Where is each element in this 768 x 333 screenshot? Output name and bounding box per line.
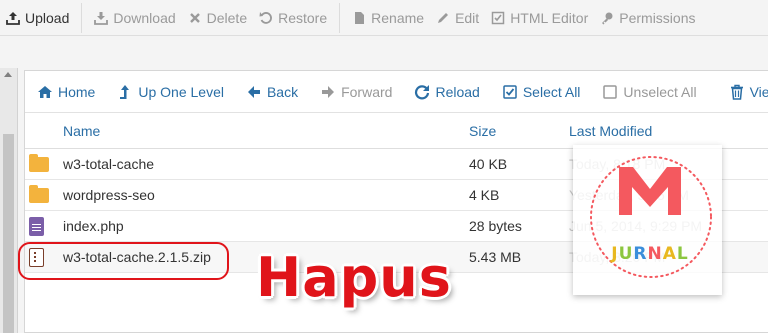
column-header-name[interactable]: Name [63, 123, 469, 139]
trash-icon [729, 84, 745, 100]
download-button[interactable]: Download [88, 0, 181, 36]
restore-icon [259, 11, 273, 25]
table-header: Name Size Last Modified [25, 113, 768, 149]
sidebar-scrollbar[interactable] [0, 68, 18, 333]
scrollbar-thumb[interactable] [3, 134, 14, 333]
jurnal-watermark-logo: JURNAL [573, 145, 722, 295]
download-icon [94, 11, 109, 25]
unselect-all-button[interactable]: Unselect All [598, 84, 700, 100]
view-trash-label: View [749, 83, 768, 100]
delete-icon [188, 11, 202, 25]
view-trash-button[interactable]: View [725, 84, 768, 100]
key-icon [600, 11, 614, 25]
file-size: 28 bytes [469, 218, 522, 234]
permissions-button[interactable]: Permissions [594, 0, 701, 36]
rename-button[interactable]: Rename [346, 0, 430, 36]
download-label: Download [113, 9, 176, 26]
reload-icon [414, 84, 430, 100]
forward-button[interactable]: Forward [316, 84, 396, 100]
unselect-all-label: Unselect All [623, 83, 697, 100]
home-icon [37, 84, 53, 100]
file-name[interactable]: wordpress-seo [63, 187, 469, 203]
folder-icon [29, 153, 49, 172]
column-header-last-modified[interactable]: Last Modified [569, 123, 759, 139]
hapus-annotation: Hapus [256, 246, 452, 309]
select-all-label: Select All [522, 83, 581, 100]
html-editor-button[interactable]: HTML Editor [485, 0, 594, 36]
file-manager-toolbar: Upload Download Delete Restore Rename Ed… [0, 0, 768, 36]
reload-button[interactable]: Reload [410, 84, 483, 100]
up-one-level-label: Up One Level [138, 83, 224, 100]
edit-label: Edit [455, 9, 480, 26]
navigation-bar: Home Up One Level Back Forward Reload Se… [25, 71, 768, 113]
select-all-button[interactable]: Select All [498, 84, 585, 100]
scroll-up-arrow-icon[interactable] [4, 72, 12, 77]
checked-box-icon [502, 84, 518, 100]
file-size: 4 KB [469, 187, 500, 203]
html-editor-label: HTML Editor [510, 9, 589, 26]
upload-icon [6, 11, 20, 25]
folder-icon [29, 184, 49, 203]
up-one-level-button[interactable]: Up One Level [113, 84, 228, 100]
restore-button[interactable]: Restore [253, 0, 333, 36]
column-header-size[interactable]: Size [469, 123, 569, 139]
delete-label: Delete [206, 9, 248, 26]
forward-label: Forward [341, 83, 393, 100]
rename-label: Rename [371, 9, 425, 26]
file-name[interactable]: index.php [63, 218, 469, 234]
back-button[interactable]: Back [242, 84, 302, 100]
back-arrow-icon [246, 84, 262, 100]
toolbar-divider [81, 2, 83, 33]
back-label: Back [266, 83, 299, 100]
upload-button[interactable]: Upload [0, 0, 75, 36]
edit-icon [436, 11, 450, 25]
html-editor-icon [491, 11, 505, 25]
forward-arrow-icon [320, 84, 336, 100]
toolbar-divider [339, 2, 341, 33]
delete-button[interactable]: Delete [182, 0, 253, 36]
php-file-icon [29, 216, 44, 236]
rename-icon [352, 11, 366, 25]
zip-file-highlight-box [18, 242, 229, 280]
edit-button[interactable]: Edit [430, 0, 485, 36]
empty-box-icon [602, 84, 618, 100]
file-size: 5.43 MB [469, 249, 522, 265]
home-button[interactable]: Home [33, 84, 99, 100]
watermark-text: JURNAL [610, 244, 688, 264]
upload-label: Upload [25, 9, 70, 26]
permissions-label: Permissions [619, 9, 696, 26]
reload-label: Reload [435, 83, 480, 100]
level-up-icon [117, 84, 133, 100]
file-name[interactable]: w3-total-cache [63, 156, 469, 172]
home-label: Home [58, 83, 96, 100]
file-size: 40 KB [469, 156, 508, 172]
restore-label: Restore [278, 9, 328, 26]
